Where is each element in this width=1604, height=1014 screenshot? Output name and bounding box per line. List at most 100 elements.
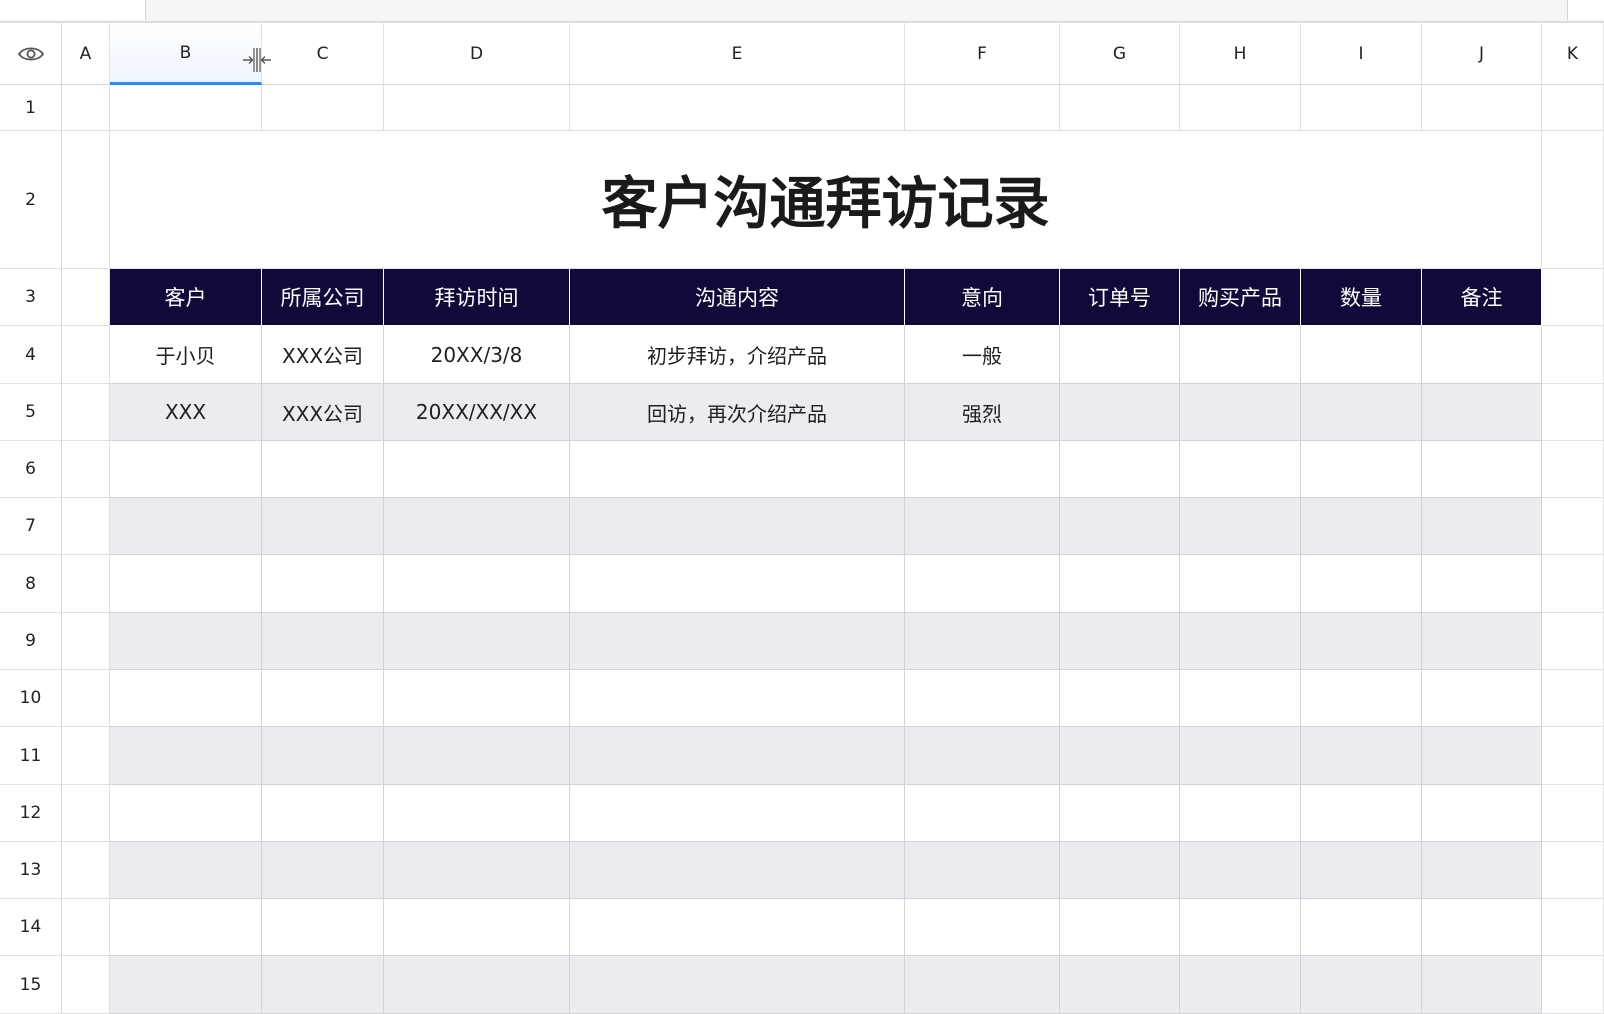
table-cell[interactable] — [1180, 842, 1301, 899]
table-cell[interactable] — [1301, 555, 1422, 613]
cell-a14[interactable] — [62, 899, 110, 956]
table-cell[interactable] — [1422, 785, 1542, 842]
table-cell[interactable] — [1060, 899, 1180, 956]
cell-f1[interactable] — [905, 85, 1060, 131]
table-cell[interactable] — [1422, 384, 1542, 441]
cell-k5[interactable] — [1542, 384, 1604, 441]
table-header-cell[interactable]: 客户 — [110, 269, 262, 326]
cell-g1[interactable] — [1060, 85, 1180, 131]
table-cell[interactable] — [262, 670, 384, 727]
table-cell[interactable] — [1301, 498, 1422, 555]
column-header-g[interactable]: G — [1060, 23, 1180, 85]
row-header-1[interactable]: 1 — [0, 85, 62, 131]
table-cell[interactable] — [905, 441, 1060, 498]
column-header-e[interactable]: E — [570, 23, 905, 85]
table-cell[interactable] — [384, 441, 570, 498]
table-cell[interactable] — [1422, 727, 1542, 785]
table-cell[interactable] — [570, 441, 905, 498]
table-cell[interactable] — [262, 498, 384, 555]
table-cell[interactable] — [1180, 956, 1301, 1014]
cell-a12[interactable] — [62, 785, 110, 842]
cell-k15[interactable] — [1542, 956, 1604, 1014]
table-cell[interactable] — [1180, 498, 1301, 555]
cell-a8[interactable] — [62, 555, 110, 613]
column-header-h[interactable]: H — [1180, 23, 1301, 85]
table-cell[interactable] — [905, 785, 1060, 842]
table-cell[interactable] — [570, 498, 905, 555]
column-resize-icon[interactable] — [241, 46, 273, 74]
table-cell[interactable] — [262, 613, 384, 670]
table-cell[interactable] — [1060, 670, 1180, 727]
cell-e1[interactable] — [570, 85, 905, 131]
table-cell[interactable] — [262, 727, 384, 785]
cell-d1[interactable] — [384, 85, 570, 131]
table-cell[interactable] — [905, 842, 1060, 899]
table-cell[interactable] — [110, 670, 262, 727]
cell-k11[interactable] — [1542, 727, 1604, 785]
table-cell[interactable] — [110, 727, 262, 785]
table-header-cell[interactable]: 备注 — [1422, 269, 1542, 326]
row-header-3[interactable]: 3 — [0, 269, 62, 326]
row-header-10[interactable]: 10 — [0, 670, 62, 727]
table-cell[interactable] — [1180, 670, 1301, 727]
cell-k1[interactable] — [1542, 85, 1604, 131]
table-cell[interactable] — [262, 899, 384, 956]
table-cell[interactable] — [262, 956, 384, 1014]
table-cell[interactable] — [905, 555, 1060, 613]
row-header-6[interactable]: 6 — [0, 441, 62, 498]
table-cell[interactable] — [1422, 842, 1542, 899]
table-header-cell[interactable]: 购买产品 — [1180, 269, 1301, 326]
cell-k12[interactable] — [1542, 785, 1604, 842]
table-cell[interactable] — [110, 555, 262, 613]
table-cell[interactable]: XXX — [110, 384, 262, 441]
table-cell[interactable] — [1301, 441, 1422, 498]
table-header-cell[interactable]: 所属公司 — [262, 269, 384, 326]
table-cell[interactable]: 强烈 — [905, 384, 1060, 441]
table-cell[interactable] — [1301, 899, 1422, 956]
table-cell[interactable] — [110, 899, 262, 956]
cell-k6[interactable] — [1542, 441, 1604, 498]
table-cell[interactable] — [1180, 899, 1301, 956]
column-header-b[interactable]: B — [110, 23, 262, 85]
table-cell[interactable] — [1301, 326, 1422, 384]
table-cell[interactable] — [1301, 384, 1422, 441]
table-cell[interactable] — [1180, 555, 1301, 613]
cell-a2[interactable] — [62, 131, 110, 269]
row-header-7[interactable]: 7 — [0, 498, 62, 555]
eye-icon[interactable] — [17, 45, 44, 63]
table-cell[interactable] — [1060, 326, 1180, 384]
row-header-8[interactable]: 8 — [0, 555, 62, 613]
table-cell[interactable] — [1422, 899, 1542, 956]
table-cell[interactable] — [570, 555, 905, 613]
table-cell[interactable] — [384, 727, 570, 785]
row-header-2[interactable]: 2 — [0, 131, 62, 269]
table-cell[interactable]: XXX公司 — [262, 326, 384, 384]
cell-i1[interactable] — [1301, 85, 1422, 131]
cell-a9[interactable] — [62, 613, 110, 670]
table-header-cell[interactable]: 拜访时间 — [384, 269, 570, 326]
table-cell[interactable]: 于小贝 — [110, 326, 262, 384]
table-cell[interactable] — [110, 498, 262, 555]
cell-a4[interactable] — [62, 326, 110, 384]
cell-a10[interactable] — [62, 670, 110, 727]
table-cell[interactable] — [1060, 498, 1180, 555]
row-header-14[interactable]: 14 — [0, 899, 62, 956]
table-cell[interactable] — [1180, 727, 1301, 785]
table-cell[interactable] — [384, 785, 570, 842]
cell-k7[interactable] — [1542, 498, 1604, 555]
table-cell[interactable] — [570, 727, 905, 785]
table-cell[interactable] — [110, 613, 262, 670]
cell-a5[interactable] — [62, 384, 110, 441]
table-cell[interactable] — [1301, 785, 1422, 842]
table-cell[interactable] — [384, 956, 570, 1014]
table-header-cell[interactable]: 沟通内容 — [570, 269, 905, 326]
cell-k9[interactable] — [1542, 613, 1604, 670]
row-header-15[interactable]: 15 — [0, 956, 62, 1014]
table-cell[interactable] — [1180, 384, 1301, 441]
table-cell[interactable] — [1422, 441, 1542, 498]
table-cell[interactable] — [384, 613, 570, 670]
table-cell[interactable] — [384, 842, 570, 899]
cell-a1[interactable] — [62, 85, 110, 131]
column-header-f[interactable]: F — [905, 23, 1060, 85]
table-cell[interactable]: XXX公司 — [262, 384, 384, 441]
